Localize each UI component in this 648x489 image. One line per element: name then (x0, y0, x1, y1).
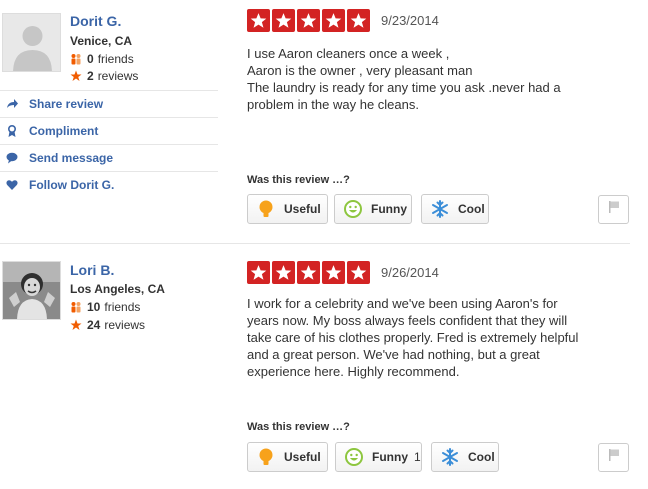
useful-button[interactable]: Useful (247, 194, 328, 224)
smiley-icon (343, 199, 363, 219)
rating-star-icon (272, 9, 295, 32)
reviews-number: 2 (87, 69, 94, 83)
snowflake-icon (430, 199, 450, 219)
review-text-line: take care of his clothes properly. Fred … (247, 330, 579, 345)
user-name[interactable]: Dorit G. (70, 13, 121, 29)
reviews-count: 2 reviews (70, 69, 138, 83)
review-date: 9/26/2014 (381, 265, 439, 280)
rating-star-icon (347, 261, 370, 284)
rating-star-icon (247, 9, 270, 32)
friends-label: friends (97, 52, 134, 66)
share-arrow-icon (6, 98, 18, 110)
review-text-line: problem in the way he cleans. (247, 97, 419, 112)
rating-star-icon (322, 261, 345, 284)
lightbulb-icon (256, 199, 276, 219)
reviews-number: 24 (87, 318, 101, 332)
cool-label: Cool (468, 450, 495, 464)
reviews-label: reviews (104, 318, 146, 332)
user-location: Los Angeles, CA (70, 282, 165, 296)
heart-icon (6, 179, 18, 191)
friends-icon (70, 53, 82, 65)
useful-label: Useful (284, 450, 321, 464)
star-icon (70, 319, 82, 331)
flag-button[interactable] (598, 195, 629, 224)
rating-star-icon (322, 9, 345, 32)
review-text-line: Aaron is the owner , very pleasant man (247, 63, 473, 78)
useful-button[interactable]: Useful (247, 442, 328, 472)
friends-number: 0 (87, 52, 94, 66)
friends-number: 10 (87, 300, 101, 314)
review-date: 9/23/2014 (381, 13, 439, 28)
follow-user-link[interactable]: Follow Dorit G. (0, 171, 218, 198)
speech-bubble-icon (6, 152, 18, 164)
friends-label: friends (104, 300, 141, 314)
reviews-count: 24 reviews (70, 318, 145, 332)
snowflake-icon (440, 447, 460, 467)
follow-user-label: Follow Dorit G. (29, 178, 115, 192)
cool-button[interactable]: Cool (431, 442, 499, 472)
lightbulb-icon (256, 447, 276, 467)
user-name[interactable]: Lori B. (70, 262, 114, 278)
flag-icon (607, 448, 621, 467)
cool-button[interactable]: Cool (421, 194, 489, 224)
cool-label: Cool (458, 202, 485, 216)
review-text-line: I work for a celebrity and we've been us… (247, 296, 558, 311)
useful-label: Useful (284, 202, 321, 216)
review-text-line: I use Aaron cleaners once a week , (247, 46, 450, 61)
send-message-link[interactable]: Send message (0, 144, 218, 171)
rating-star-icon (272, 261, 295, 284)
funny-button[interactable]: Funny (334, 194, 412, 224)
review-text-line: experience here. Highly recommend. (247, 364, 460, 379)
compliment-label: Compliment (29, 124, 99, 138)
send-message-label: Send message (29, 151, 114, 165)
reviews-label: reviews (97, 69, 139, 83)
star-rating (247, 9, 372, 32)
star-icon (70, 70, 82, 82)
share-review-label: Share review (29, 97, 104, 111)
star-rating (247, 261, 372, 284)
review-actions: Share review Compliment Send message Fol… (0, 90, 218, 198)
rating-star-icon (297, 9, 320, 32)
funny-label: Funny (372, 450, 408, 464)
rating-star-icon (247, 261, 270, 284)
share-review-link[interactable]: Share review (0, 90, 218, 117)
ribbon-icon (6, 125, 18, 137)
was-this-review-label: Was this review …? (247, 174, 350, 186)
rating-star-icon (347, 9, 370, 32)
funny-count: 1 (414, 450, 421, 464)
review-divider (0, 243, 630, 244)
smiley-icon (344, 447, 364, 467)
review-item: Lori B. Los Angeles, CA 10 friends 24 re… (0, 245, 630, 489)
review-item: Dorit G. Venice, CA 0 friends 2 reviews … (0, 0, 630, 244)
flag-button[interactable] (598, 443, 629, 472)
friends-count: 10 friends (70, 300, 140, 314)
rating-star-icon (297, 261, 320, 284)
user-location: Venice, CA (70, 34, 133, 48)
flag-icon (607, 200, 621, 219)
avatar-placeholder[interactable] (2, 13, 61, 72)
review-text-line: and a great person. We've had nothing, b… (247, 347, 540, 362)
was-this-review-label: Was this review …? (247, 421, 350, 433)
review-text: I work for a celebrity and we've been us… (247, 295, 622, 380)
compliment-link[interactable]: Compliment (0, 117, 218, 144)
review-text: I use Aaron cleaners once a week , Aaron… (247, 45, 622, 113)
friends-count: 0 friends (70, 52, 134, 66)
avatar[interactable] (2, 261, 61, 320)
funny-button[interactable]: Funny 1 (335, 442, 422, 472)
review-text-line: The laundry is ready for any time you as… (247, 80, 561, 95)
funny-label: Funny (371, 202, 407, 216)
review-text-line: years now. My boss always feels confiden… (247, 313, 568, 328)
friends-icon (70, 301, 82, 313)
